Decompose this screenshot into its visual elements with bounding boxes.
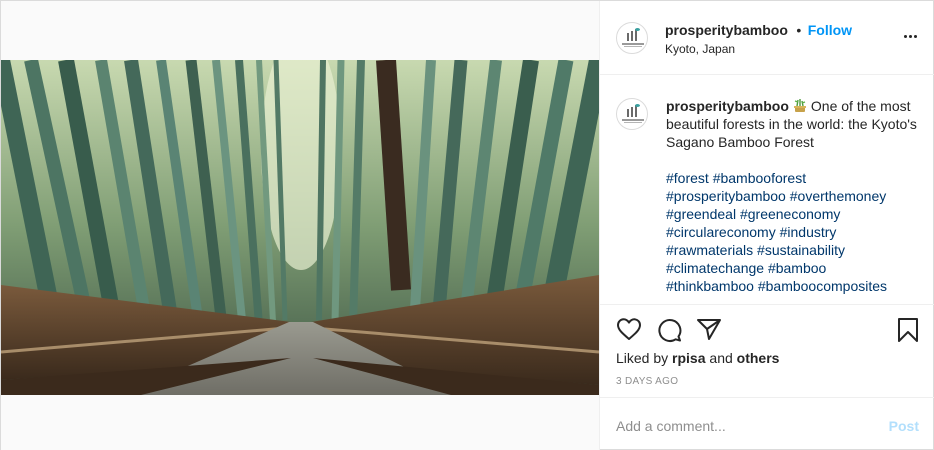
location-link[interactable]: Kyoto, Japan xyxy=(665,42,735,56)
hashtag-link[interactable]: #thinkbamboo xyxy=(666,278,754,294)
caption: prosperitybamboo One of the most beautifu… xyxy=(666,97,926,295)
avatar[interactable] xyxy=(616,22,648,54)
hashtag-line: #greendeal #greeneconomy xyxy=(666,205,926,223)
more-dot xyxy=(904,35,907,38)
hashtag-list: #forest #bambooforest #prosperitybamboo … xyxy=(666,169,926,295)
comment-bar: Post xyxy=(600,397,934,450)
hashtag-link[interactable]: #greendeal xyxy=(666,206,736,222)
hashtag-line: #rawmaterials #sustainability xyxy=(666,241,926,259)
paper-plane-icon[interactable] xyxy=(696,317,722,341)
hashtag-link[interactable]: #greeneconomy xyxy=(740,206,840,222)
post-photo[interactable] xyxy=(1,60,599,395)
more-dot xyxy=(914,35,917,38)
logo-subtext xyxy=(624,46,642,47)
logo-text xyxy=(622,43,644,45)
liked-by-and: and xyxy=(709,350,733,366)
caption-avatar[interactable] xyxy=(616,98,648,130)
hashtag-link[interactable]: #overthemoney xyxy=(790,188,887,204)
more-options-icon[interactable] xyxy=(904,35,917,38)
hashtag-line: #thinkbamboo #bamboocomposites xyxy=(666,277,926,295)
logo-bar xyxy=(627,33,629,41)
bookmark-icon[interactable] xyxy=(897,317,919,343)
post-side-panel: prosperitybamboo • Follow Kyoto, Japan p… xyxy=(599,1,934,450)
hashtag-link[interactable]: #forest xyxy=(666,170,709,186)
media-area xyxy=(1,1,599,450)
logo-bar xyxy=(627,109,629,117)
logo-subtext xyxy=(624,122,642,123)
post-timestamp[interactable]: 3 DAYS AGO xyxy=(616,376,678,387)
heart-icon[interactable] xyxy=(616,317,642,341)
liked-by-text: Liked by rpisa and others xyxy=(616,350,779,366)
comment-icon[interactable] xyxy=(656,317,682,343)
hashtag-link[interactable]: #climatechange xyxy=(666,260,764,276)
logo-leaf xyxy=(635,28,640,31)
liked-by-user[interactable]: rpisa xyxy=(672,350,705,366)
hashtag-link[interactable]: #circulareconomy xyxy=(666,224,776,240)
hashtag-link[interactable]: #sustainability xyxy=(757,242,845,258)
hashtag-link[interactable]: #prosperitybamboo xyxy=(666,188,786,204)
logo-text xyxy=(622,119,644,121)
liked-by-others[interactable]: others xyxy=(737,350,780,366)
post-comment-button[interactable]: Post xyxy=(889,418,919,434)
bamboo-pot-emoji xyxy=(793,99,806,112)
separator-dot: • xyxy=(796,22,802,38)
header-username[interactable]: prosperitybamboo xyxy=(665,22,788,38)
hashtag-line: #circulareconomy #industry xyxy=(666,223,926,241)
comment-input[interactable] xyxy=(616,417,866,435)
hashtag-line: #prosperitybamboo #overthemoney xyxy=(666,187,926,205)
header-userline: prosperitybamboo • Follow xyxy=(665,22,852,40)
liked-by-prefix: Liked by xyxy=(616,350,669,366)
logo-bar xyxy=(631,31,633,41)
caption-username[interactable]: prosperitybamboo xyxy=(666,98,789,114)
hashtag-link[interactable]: #bamboo xyxy=(768,260,826,276)
hashtag-link[interactable]: #bamboocomposites xyxy=(758,278,887,294)
hashtag-link[interactable]: #rawmaterials xyxy=(666,242,753,258)
logo-leaf xyxy=(635,104,640,107)
instagram-post: prosperitybamboo • Follow Kyoto, Japan p… xyxy=(0,0,934,450)
more-dot xyxy=(909,35,912,38)
hashtag-line: #forest #bambooforest xyxy=(666,169,926,187)
follow-button[interactable]: Follow xyxy=(808,22,852,38)
logo-bar xyxy=(631,107,633,117)
action-bar: Liked by rpisa and others 3 DAYS AGO xyxy=(600,304,934,395)
hashtag-line: #climatechange #bamboo xyxy=(666,259,926,277)
bamboo-forest-image xyxy=(1,60,599,395)
hashtag-link[interactable]: #bambooforest xyxy=(713,170,806,186)
post-header: prosperitybamboo • Follow Kyoto, Japan xyxy=(600,1,934,75)
hashtag-link[interactable]: #industry xyxy=(780,224,837,240)
caption-area: prosperitybamboo One of the most beautifu… xyxy=(600,76,934,304)
